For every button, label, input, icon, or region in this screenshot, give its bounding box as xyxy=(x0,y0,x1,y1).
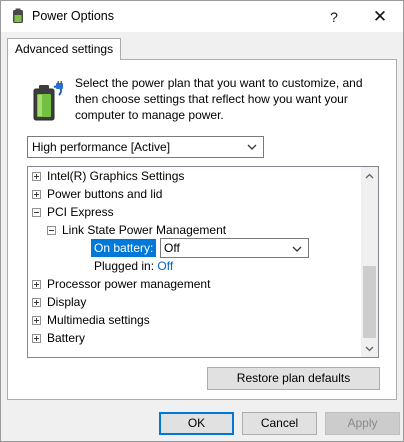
settings-tree[interactable]: Intel(R) Graphics Settings Power buttons… xyxy=(27,166,379,358)
tree-scrollbar[interactable] xyxy=(361,167,378,357)
expand-icon[interactable] xyxy=(32,298,41,307)
plugged-in-label: Plugged in: xyxy=(94,259,155,273)
on-battery-value: Off xyxy=(164,241,180,255)
close-button[interactable]: ✕ xyxy=(357,1,403,32)
expand-icon[interactable] xyxy=(32,334,41,343)
apply-button[interactable]: Apply xyxy=(325,412,400,435)
plugged-in-value[interactable]: Off xyxy=(157,259,173,273)
help-icon: ? xyxy=(330,8,338,25)
tree-item-label: Multimedia settings xyxy=(47,313,150,327)
window-title: Power Options xyxy=(32,9,114,23)
intro-text: Select the power plan that you want to c… xyxy=(75,76,363,122)
advanced-settings-panel: Select the power plan that you want to c… xyxy=(7,59,397,400)
power-options-icon xyxy=(13,8,23,23)
restore-plan-defaults-button[interactable]: Restore plan defaults xyxy=(207,367,380,390)
expand-icon[interactable] xyxy=(32,280,41,289)
collapse-icon[interactable] xyxy=(47,226,56,235)
tree-item-label: Battery xyxy=(47,331,86,345)
chevron-up-icon xyxy=(365,173,374,178)
scroll-up-button[interactable] xyxy=(361,167,378,184)
on-battery-dropdown[interactable]: Off xyxy=(160,238,309,258)
chevron-down-icon xyxy=(365,346,374,351)
tree-item-label: PCI Express xyxy=(47,205,114,219)
chevron-down-icon xyxy=(292,246,302,252)
expand-icon[interactable] xyxy=(32,316,41,325)
tab-advanced-settings[interactable]: Advanced settings xyxy=(7,38,122,60)
ok-button[interactable]: OK xyxy=(159,412,234,435)
tree-item-label: Power buttons and lid xyxy=(47,187,163,201)
tree-item-label: Intel(R) Graphics Settings xyxy=(47,169,185,183)
chevron-down-icon xyxy=(247,144,257,150)
collapse-icon[interactable] xyxy=(32,208,41,217)
help-button[interactable]: ? xyxy=(311,1,357,32)
close-icon: ✕ xyxy=(372,6,388,26)
title-bar[interactable]: Power Options ? ✕ xyxy=(1,1,403,32)
expand-icon[interactable] xyxy=(32,190,41,199)
scroll-down-button[interactable] xyxy=(361,340,378,357)
tree-item-label: Processor power management xyxy=(47,277,211,291)
settings-tree-content: Intel(R) Graphics Settings Power buttons… xyxy=(28,167,361,357)
tree-item-label: Display xyxy=(47,295,87,309)
tree-item-plugged-in[interactable]: Plugged in: Off xyxy=(94,257,173,275)
power-plan-dropdown[interactable]: High performance [Active] xyxy=(27,136,264,158)
battery-plug-icon xyxy=(33,81,63,121)
power-plan-value: High performance [Active] xyxy=(32,140,171,154)
on-battery-label[interactable]: On battery: xyxy=(91,239,157,257)
expand-icon[interactable] xyxy=(32,172,41,181)
scroll-thumb[interactable] xyxy=(363,266,376,338)
tree-item-label: Link State Power Management xyxy=(62,223,227,237)
cancel-button[interactable]: Cancel xyxy=(242,412,317,435)
power-options-window: Power Options ? ✕ Advanced settings Sele… xyxy=(0,0,404,442)
